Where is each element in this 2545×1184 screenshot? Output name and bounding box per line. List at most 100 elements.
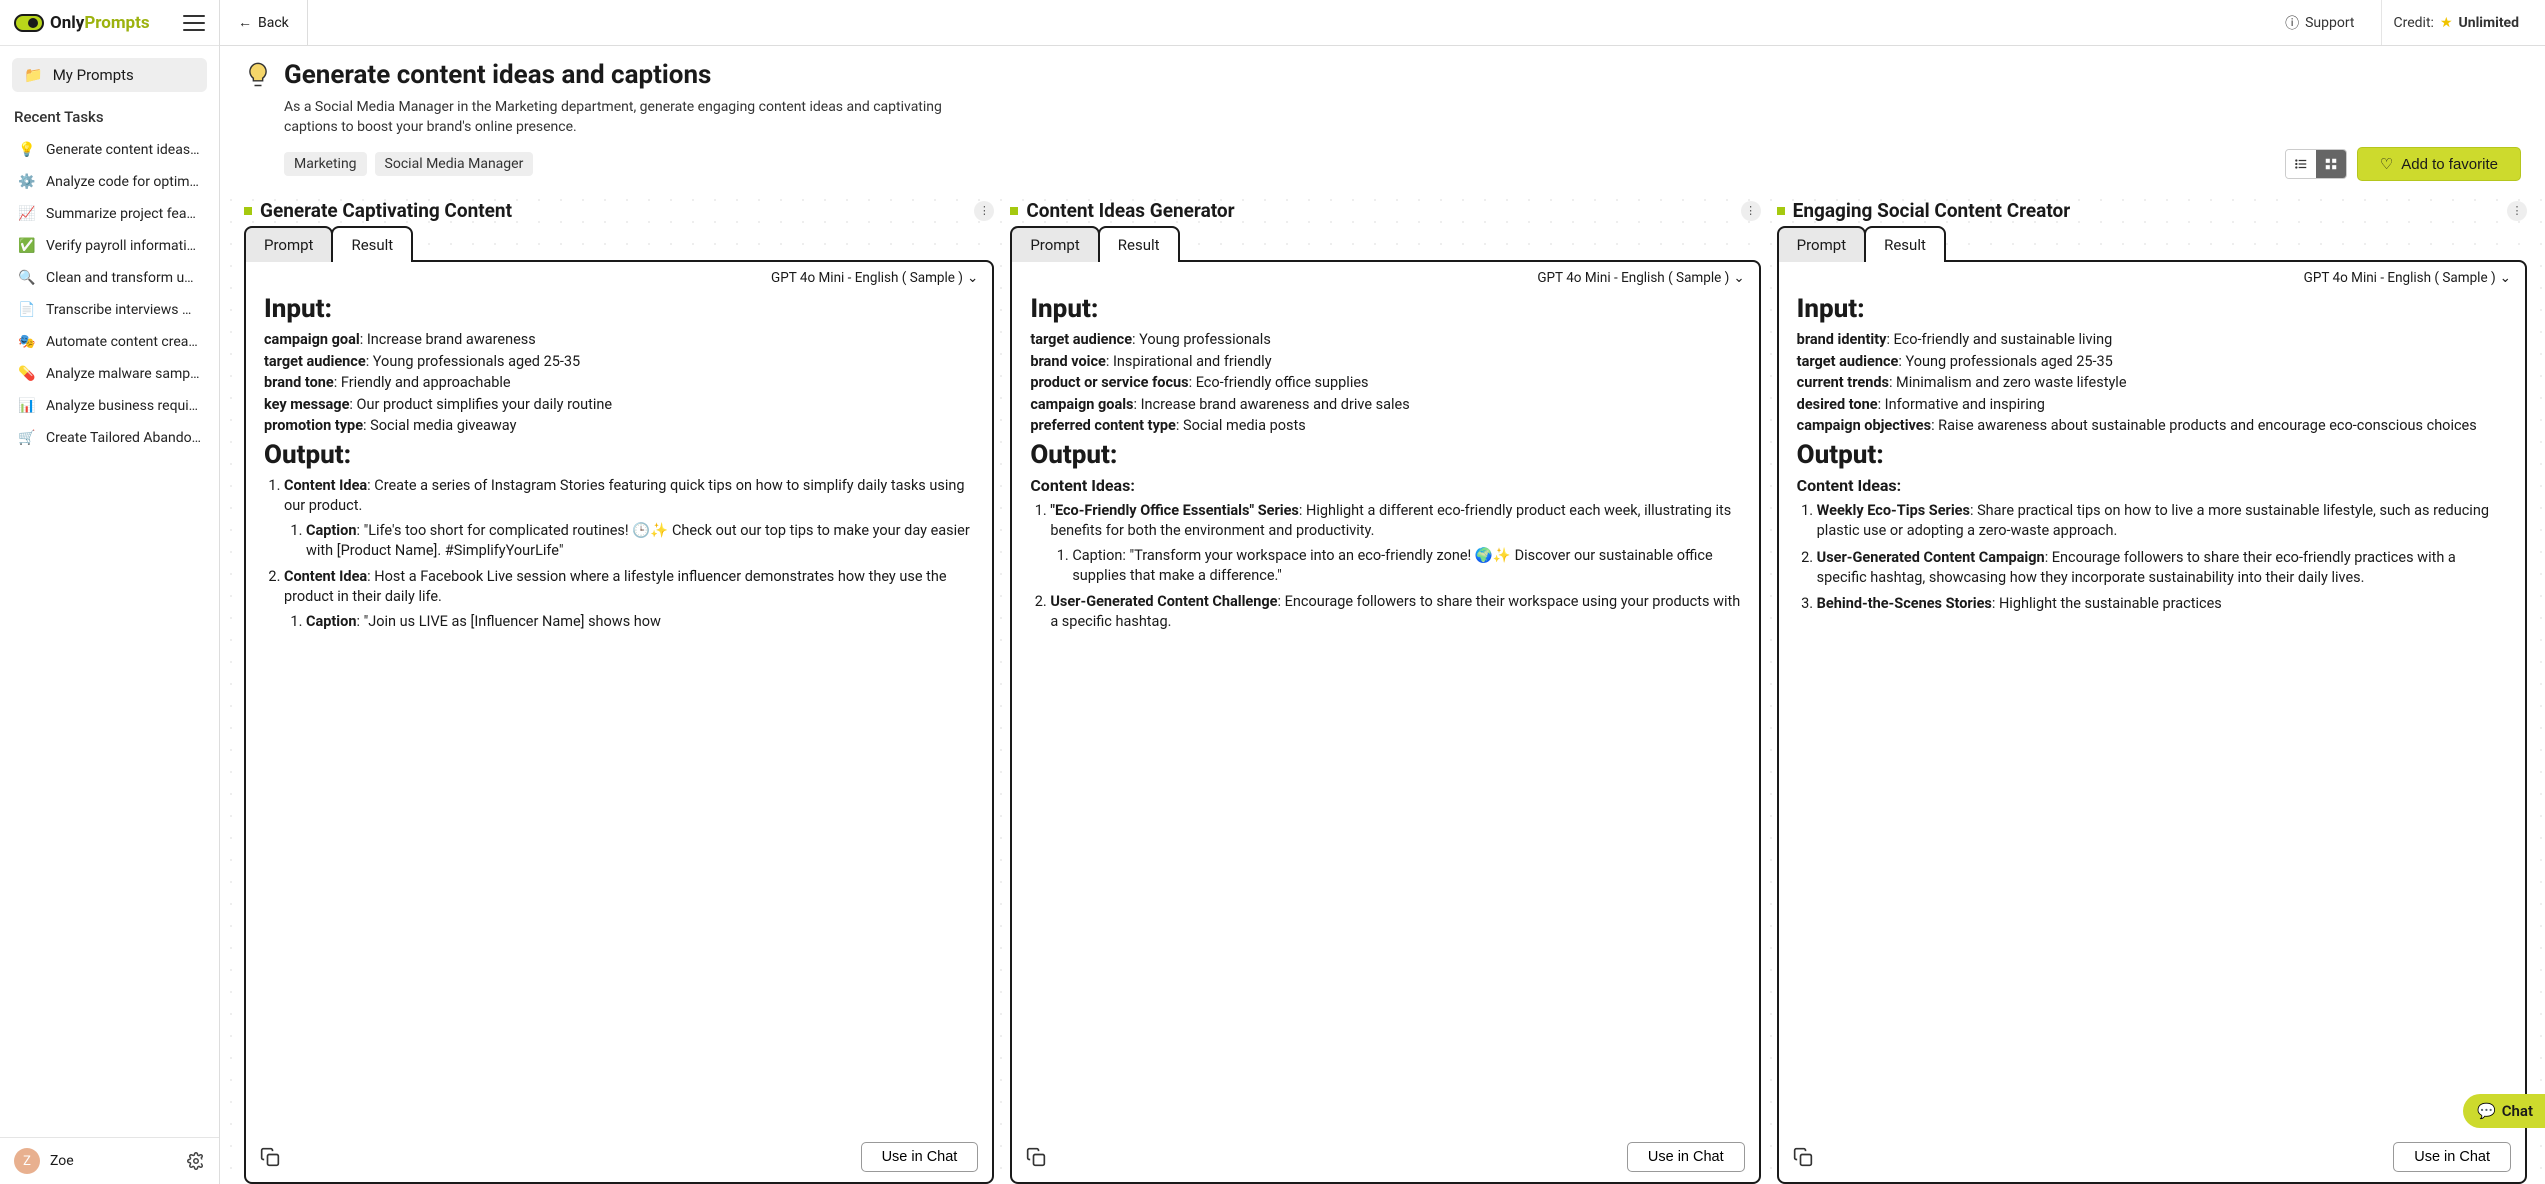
arrow-left-icon: ← [238, 14, 252, 31]
input-row: campaign goals: Increase brand awareness… [1030, 395, 1740, 415]
logo[interactable]: OnlyPrompts [14, 13, 150, 33]
output-item: User-Generated Content Challenge: Encour… [1050, 592, 1740, 633]
use-in-chat-button[interactable]: Use in Chat [2393, 1142, 2511, 1172]
card-marker-icon [244, 207, 252, 215]
recent-item-9[interactable]: 🛒Create Tailored Abandon... [12, 422, 207, 454]
input-row: current trends: Minimalism and zero wast… [1797, 373, 2507, 393]
input-row: brand identity: Eco-friendly and sustain… [1797, 330, 2507, 350]
tab-result[interactable]: Result [331, 226, 413, 262]
card-menu-button[interactable]: ⋮ [1741, 201, 1761, 221]
recent-item-6[interactable]: 🎭 Automate content creati... [12, 326, 207, 358]
output-item: Behind-the-Scenes Stories: Highlight the… [1817, 594, 2507, 614]
copy-button[interactable] [1026, 1147, 1046, 1167]
card-title: Content Ideas Generator [1026, 199, 1732, 222]
use-in-chat-button[interactable]: Use in Chat [861, 1142, 979, 1172]
recent-item-0[interactable]: 💡Generate content ideas a... [12, 134, 207, 166]
star-icon: ★ [2440, 15, 2453, 31]
user-name: Zoe [50, 1153, 177, 1169]
input-heading: Input: [264, 294, 974, 324]
main: ← Back ⓘ Support Credit: ★ Unlimited Gen… [220, 0, 2545, 1184]
input-row: target audience: Young professionals age… [1797, 352, 2507, 372]
card-footer: Use in Chat [1012, 1134, 1758, 1182]
recent-item-label: Automate content creati... [46, 334, 201, 350]
tab-prompt[interactable]: Prompt [1777, 226, 1866, 262]
recent-tasks-heading: Recent Tasks [14, 108, 207, 126]
card-tabs: PromptResult [1777, 226, 2527, 262]
output-item: "Eco-Friendly Office Essentials" Series:… [1050, 501, 1740, 586]
chat-icon: 💬 [2477, 1102, 2496, 1120]
output-item: Content Idea: Create a series of Instagr… [284, 476, 974, 561]
list-view-button[interactable] [2286, 150, 2316, 178]
recent-item-icon: 📄 [18, 301, 36, 319]
sidebar: OnlyPrompts 📁 My Prompts Recent Tasks 💡G… [0, 0, 220, 1184]
recent-item-5[interactable]: 📄Transcribe interviews wit... [12, 294, 207, 326]
recent-item-1[interactable]: ⚙️Analyze code for optimiz... [12, 166, 207, 198]
page-header: Generate content ideas and captions As a… [220, 46, 2545, 189]
model-dropdown[interactable]: GPT 4o Mini - English ( Sample )⌄ [246, 262, 992, 286]
card-tabs: PromptResult [1010, 226, 1760, 262]
chevron-down-icon: ⌄ [967, 270, 978, 286]
output-heading: Output: [1797, 440, 2507, 470]
model-dropdown[interactable]: GPT 4o Mini - English ( Sample )⌄ [1779, 262, 2525, 286]
credit-value: Unlimited [2459, 15, 2520, 31]
recent-item-2[interactable]: 📈Summarize project feasi... [12, 198, 207, 230]
my-prompts-link[interactable]: 📁 My Prompts [12, 58, 207, 92]
copy-button[interactable] [1793, 1147, 1813, 1167]
chevron-down-icon: ⌄ [1733, 270, 1744, 286]
settings-icon[interactable] [187, 1152, 205, 1170]
card-menu-button[interactable]: ⋮ [974, 201, 994, 221]
card-title: Generate Captivating Content [260, 199, 966, 222]
use-in-chat-button[interactable]: Use in Chat [1627, 1142, 1745, 1172]
topbar: ← Back ⓘ Support Credit: ★ Unlimited [220, 0, 2545, 46]
card-body: GPT 4o Mini - English ( Sample )⌄Input:t… [1010, 260, 1760, 1184]
input-heading: Input: [1797, 294, 2507, 324]
tab-result[interactable]: Result [1864, 226, 1946, 262]
card-marker-icon [1777, 207, 1785, 215]
support-link[interactable]: ⓘ Support [2273, 0, 2366, 45]
recent-item-4[interactable]: 🔍 Clean and transform uns... [12, 262, 207, 294]
recent-item-label: Summarize project feasi... [46, 206, 201, 222]
chat-fab[interactable]: 💬 Chat [2463, 1094, 2545, 1128]
tag-1[interactable]: Social Media Manager [375, 152, 534, 176]
output-item: Content Idea: Host a Facebook Live sessi… [284, 567, 974, 632]
recent-item-icon: 🎭 [18, 333, 36, 351]
result-scroll[interactable]: Input:campaign goal: Increase brand awar… [246, 286, 992, 1134]
output-subitem: Caption: "Join us LIVE as [Influencer Na… [306, 612, 974, 632]
card-0: Generate Captivating Content ⋮ PromptResul… [244, 199, 994, 1184]
input-row: product or service focus: Eco-friendly o… [1030, 373, 1740, 393]
recent-item-label: Clean and transform uns... [46, 270, 201, 286]
input-row: promotion type: Social media giveaway [264, 416, 974, 436]
grid-view-button[interactable] [2316, 150, 2346, 178]
copy-button[interactable] [260, 1147, 280, 1167]
input-row: target audience: Young professionals [1030, 330, 1740, 350]
card-tabs: PromptResult [244, 226, 994, 262]
result-scroll[interactable]: Input: brand identity: Eco-friendly and s… [1779, 286, 2525, 1134]
credit-display: Credit: ★ Unlimited [2381, 0, 2531, 45]
recent-item-3[interactable]: ✅Verify payroll informatio... [12, 230, 207, 262]
input-row: target audience: Young professionals age… [264, 352, 974, 372]
recent-item-icon: 🔍 [18, 269, 36, 287]
output-subitem: Caption: "Transform your workspace into … [1072, 546, 1740, 587]
add-favorite-button[interactable]: ♡ Add to favorite [2357, 147, 2521, 181]
tab-result[interactable]: Result [1098, 226, 1180, 262]
card-marker-icon [1010, 207, 1018, 215]
card-menu-button[interactable]: ⋮ [2507, 201, 2527, 221]
output-item: Weekly Eco-Tips Series: Share practical … [1817, 501, 2507, 542]
recent-item-7[interactable]: 💊Analyze malware sample... [12, 358, 207, 390]
input-row: brand voice: Inspirational and friendly [1030, 352, 1740, 372]
tab-prompt[interactable]: Prompt [244, 226, 333, 262]
recent-item-icon: ⚙️ [18, 173, 36, 191]
output-heading: Output: [1030, 440, 1740, 470]
recent-item-8[interactable]: 📊Analyze business require... [12, 390, 207, 422]
result-scroll[interactable]: Input:target audience: Young professiona… [1012, 286, 1758, 1134]
support-label: Support [2305, 15, 2354, 31]
model-dropdown[interactable]: GPT 4o Mini - English ( Sample )⌄ [1012, 262, 1758, 286]
output-subitem: Caption: "Life's too short for complicat… [306, 521, 974, 562]
back-button[interactable]: ← Back [220, 0, 308, 45]
user-avatar[interactable]: Z [14, 1148, 40, 1174]
tag-0[interactable]: Marketing [284, 152, 367, 176]
tab-prompt[interactable]: Prompt [1010, 226, 1099, 262]
card-2: Engaging Social Content Creator⋮PromptRe… [1777, 199, 2527, 1184]
hamburger-icon[interactable] [183, 15, 205, 31]
sidebar-header: OnlyPrompts [0, 0, 219, 46]
